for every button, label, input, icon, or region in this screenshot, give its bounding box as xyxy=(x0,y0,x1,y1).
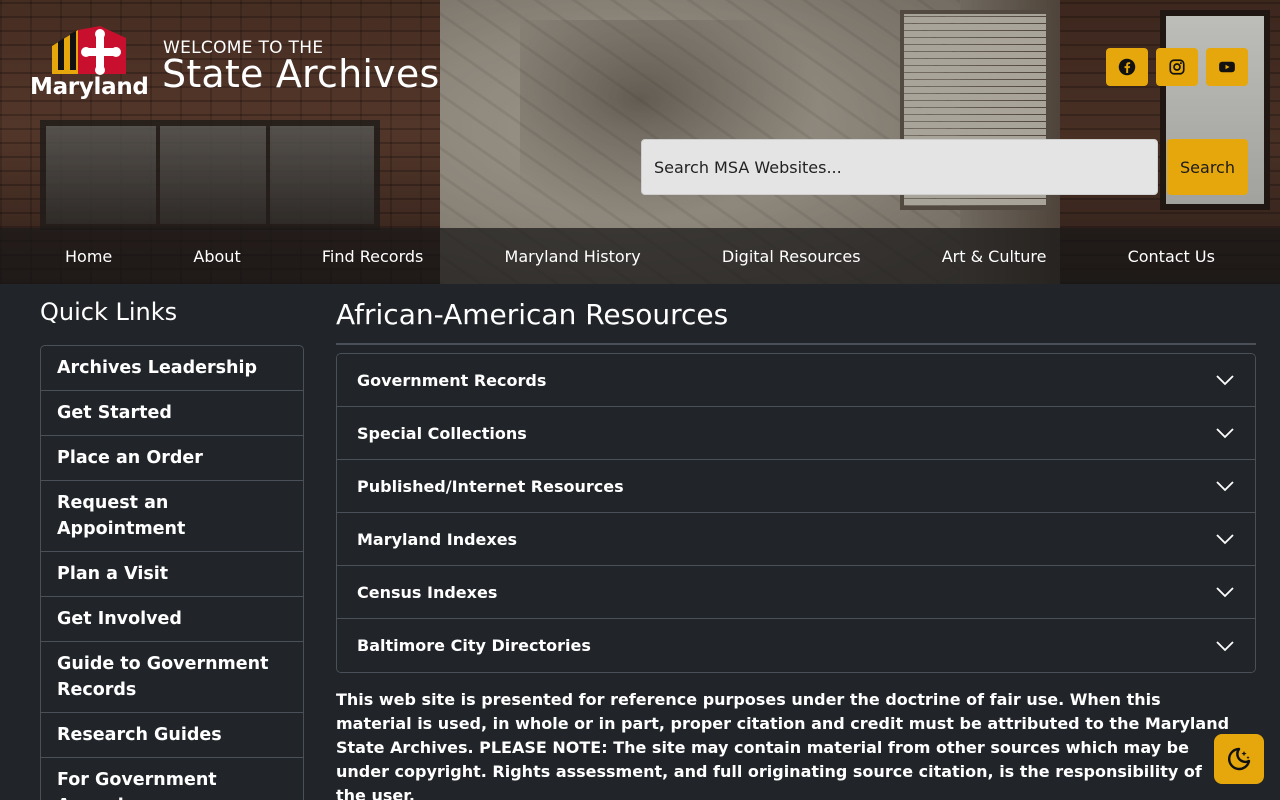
main-nav: Home About Find Records Maryland History… xyxy=(0,228,1280,284)
chevron-down-icon xyxy=(1216,428,1234,439)
facebook-icon xyxy=(1118,58,1136,76)
chevron-down-icon xyxy=(1216,375,1234,386)
accordion-label: Baltimore City Directories xyxy=(357,636,591,655)
maryland-flag-icon xyxy=(52,26,126,75)
quick-link-get-started[interactable]: Get Started xyxy=(41,391,303,436)
quick-link-government-agencies[interactable]: For Government Agencies xyxy=(41,758,303,800)
page-title: African-American Resources xyxy=(336,298,729,331)
search-button[interactable]: Search xyxy=(1167,139,1248,195)
facebook-button[interactable] xyxy=(1106,48,1148,86)
logo-wordmark: Maryland xyxy=(30,74,149,100)
accordion-label: Special Collections xyxy=(357,423,527,443)
quick-link-guide-government-records[interactable]: Guide to Government Records xyxy=(41,642,303,713)
nav-item-art-culture[interactable]: Art & Culture xyxy=(942,247,1047,266)
nav-item-find-records[interactable]: Find Records xyxy=(322,247,423,266)
resources-accordion: Government Records Special Collections P… xyxy=(336,353,1256,673)
quick-link-get-involved[interactable]: Get Involved xyxy=(41,597,303,642)
chevron-down-icon xyxy=(1216,481,1234,492)
quick-link-request-appointment[interactable]: Request an Appointment xyxy=(41,481,303,552)
nav-item-digital-resources[interactable]: Digital Resources xyxy=(722,247,861,266)
title-divider xyxy=(336,343,1256,345)
chevron-down-icon xyxy=(1216,534,1234,545)
chevron-down-icon xyxy=(1216,587,1234,598)
quick-link-place-order[interactable]: Place an Order xyxy=(41,436,303,481)
maryland-logo[interactable]: Maryland xyxy=(30,24,150,104)
youtube-icon xyxy=(1219,61,1235,73)
quick-link-archives-leadership[interactable]: Archives Leadership xyxy=(41,346,303,391)
accordion-item-government-records[interactable]: Government Records xyxy=(337,354,1255,407)
moon-stars-icon xyxy=(1228,747,1251,771)
site-title[interactable]: State Archives xyxy=(162,52,439,96)
accordion-item-published-internet-resources[interactable]: Published/Internet Resources xyxy=(337,460,1255,513)
quick-link-plan-visit[interactable]: Plan a Visit xyxy=(41,552,303,597)
fair-use-notice: This web site is presented for reference… xyxy=(336,690,1230,800)
accordion-label: Published/Internet Resources xyxy=(357,476,624,496)
quick-link-research-guides[interactable]: Research Guides xyxy=(41,713,303,758)
instagram-button[interactable] xyxy=(1156,48,1198,86)
accordion-item-baltimore-city-directories[interactable]: Baltimore City Directories xyxy=(337,619,1255,672)
search-input[interactable] xyxy=(641,139,1158,195)
accordion-item-maryland-indexes[interactable]: Maryland Indexes xyxy=(337,513,1255,566)
chevron-down-icon xyxy=(1216,640,1234,651)
accordion-item-special-collections[interactable]: Special Collections xyxy=(337,407,1255,460)
accordion-label: Maryland Indexes xyxy=(357,529,518,549)
accordion-item-census-indexes[interactable]: Census Indexes xyxy=(337,566,1255,619)
accordion-label: Government Records xyxy=(357,370,547,390)
quick-links-title: Quick Links xyxy=(40,298,178,326)
quick-links-list: Archives Leadership Get Started Place an… xyxy=(40,345,304,800)
youtube-button[interactable] xyxy=(1206,48,1248,86)
nav-item-maryland-history[interactable]: Maryland History xyxy=(505,247,641,266)
nav-item-home[interactable]: Home xyxy=(65,247,112,266)
instagram-icon xyxy=(1169,59,1185,75)
nav-item-about[interactable]: About xyxy=(193,247,240,266)
dark-mode-toggle[interactable] xyxy=(1214,734,1264,784)
accordion-label: Census Indexes xyxy=(357,582,498,602)
nav-item-contact-us[interactable]: Contact Us xyxy=(1128,247,1215,266)
